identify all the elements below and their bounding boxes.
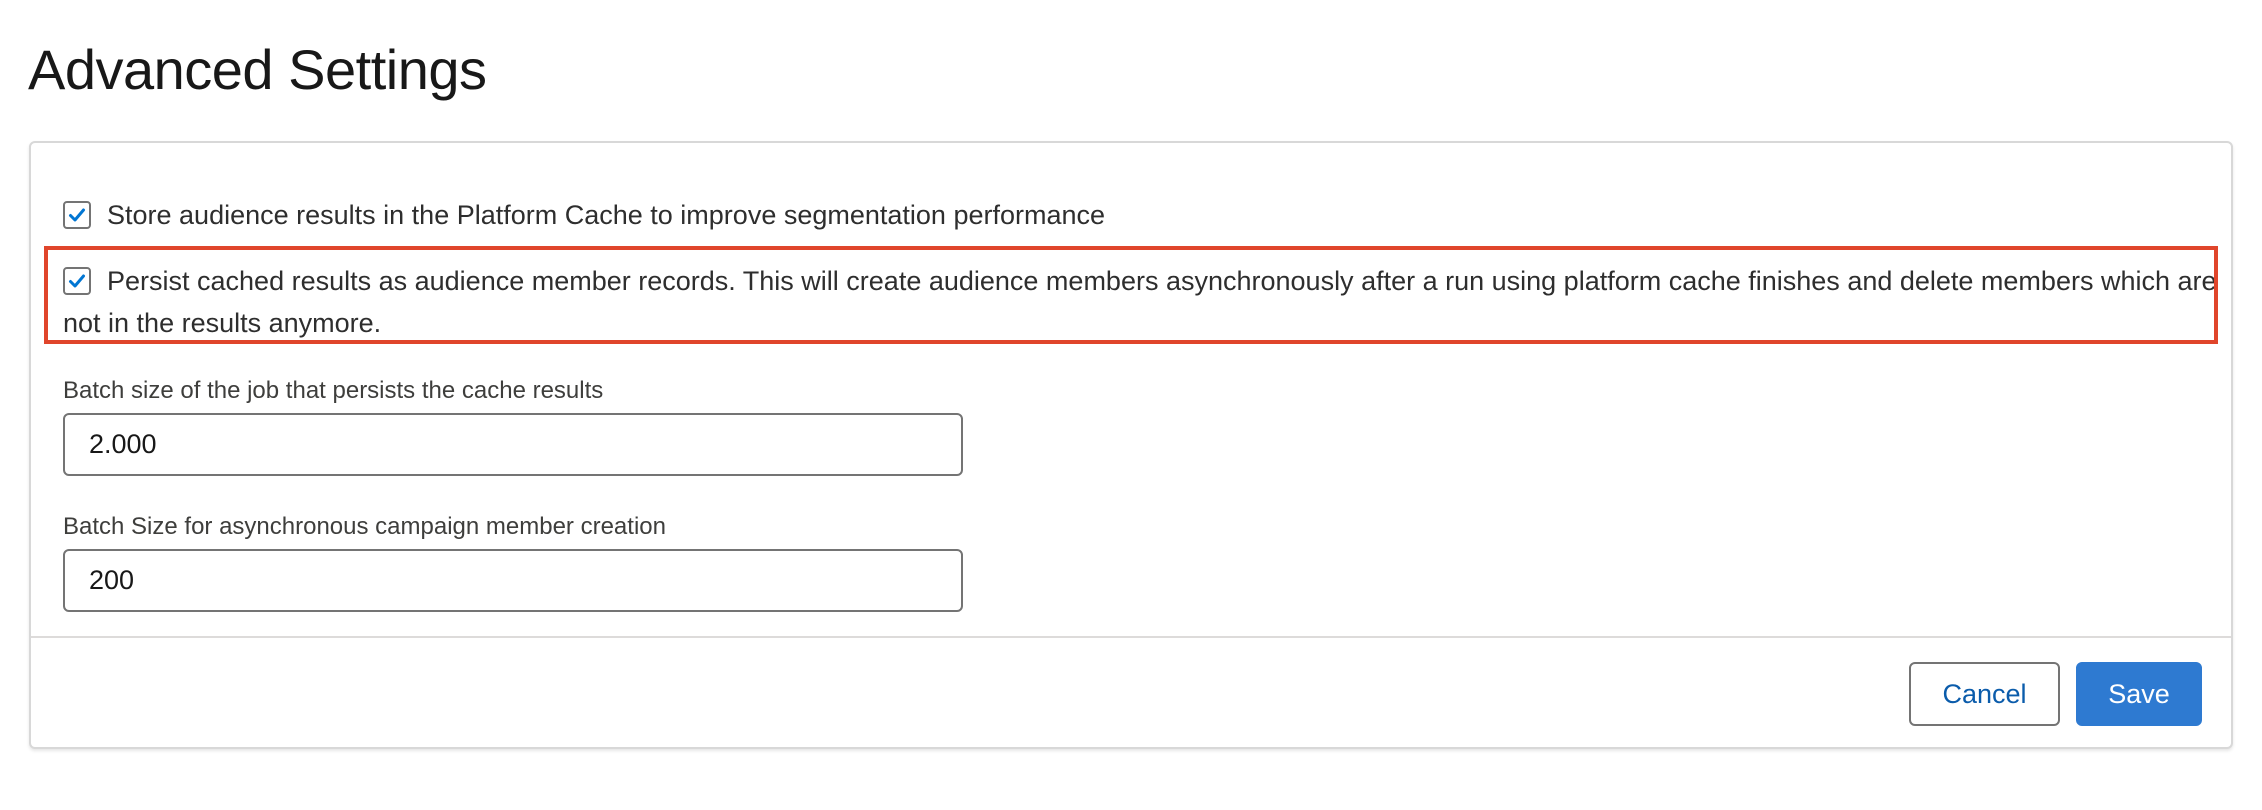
persist-results-checkbox[interactable] — [63, 267, 91, 295]
cancel-button[interactable]: Cancel — [1909, 662, 2060, 726]
page-title: Advanced Settings — [28, 38, 487, 101]
check-icon — [69, 274, 85, 288]
settings-card: Store audience results in the Platform C… — [29, 141, 2233, 749]
platform-cache-checkbox[interactable] — [63, 201, 91, 229]
footer-divider — [31, 636, 2231, 638]
check-icon — [69, 208, 85, 222]
save-button[interactable]: Save — [2076, 662, 2202, 726]
batch-size-campaign-input[interactable] — [63, 549, 963, 612]
batch-size-persist-label: Batch size of the job that persists the … — [63, 377, 604, 404]
option-persist-results[interactable]: Persist cached results as audience membe… — [63, 260, 2218, 344]
batch-size-campaign-label: Batch Size for asynchronous campaign mem… — [63, 513, 666, 540]
persist-results-label: Persist cached results as audience membe… — [63, 266, 2217, 338]
batch-size-persist-input[interactable] — [63, 413, 963, 476]
option-platform-cache[interactable]: Store audience results in the Platform C… — [63, 194, 2163, 236]
platform-cache-label: Store audience results in the Platform C… — [107, 200, 1106, 230]
